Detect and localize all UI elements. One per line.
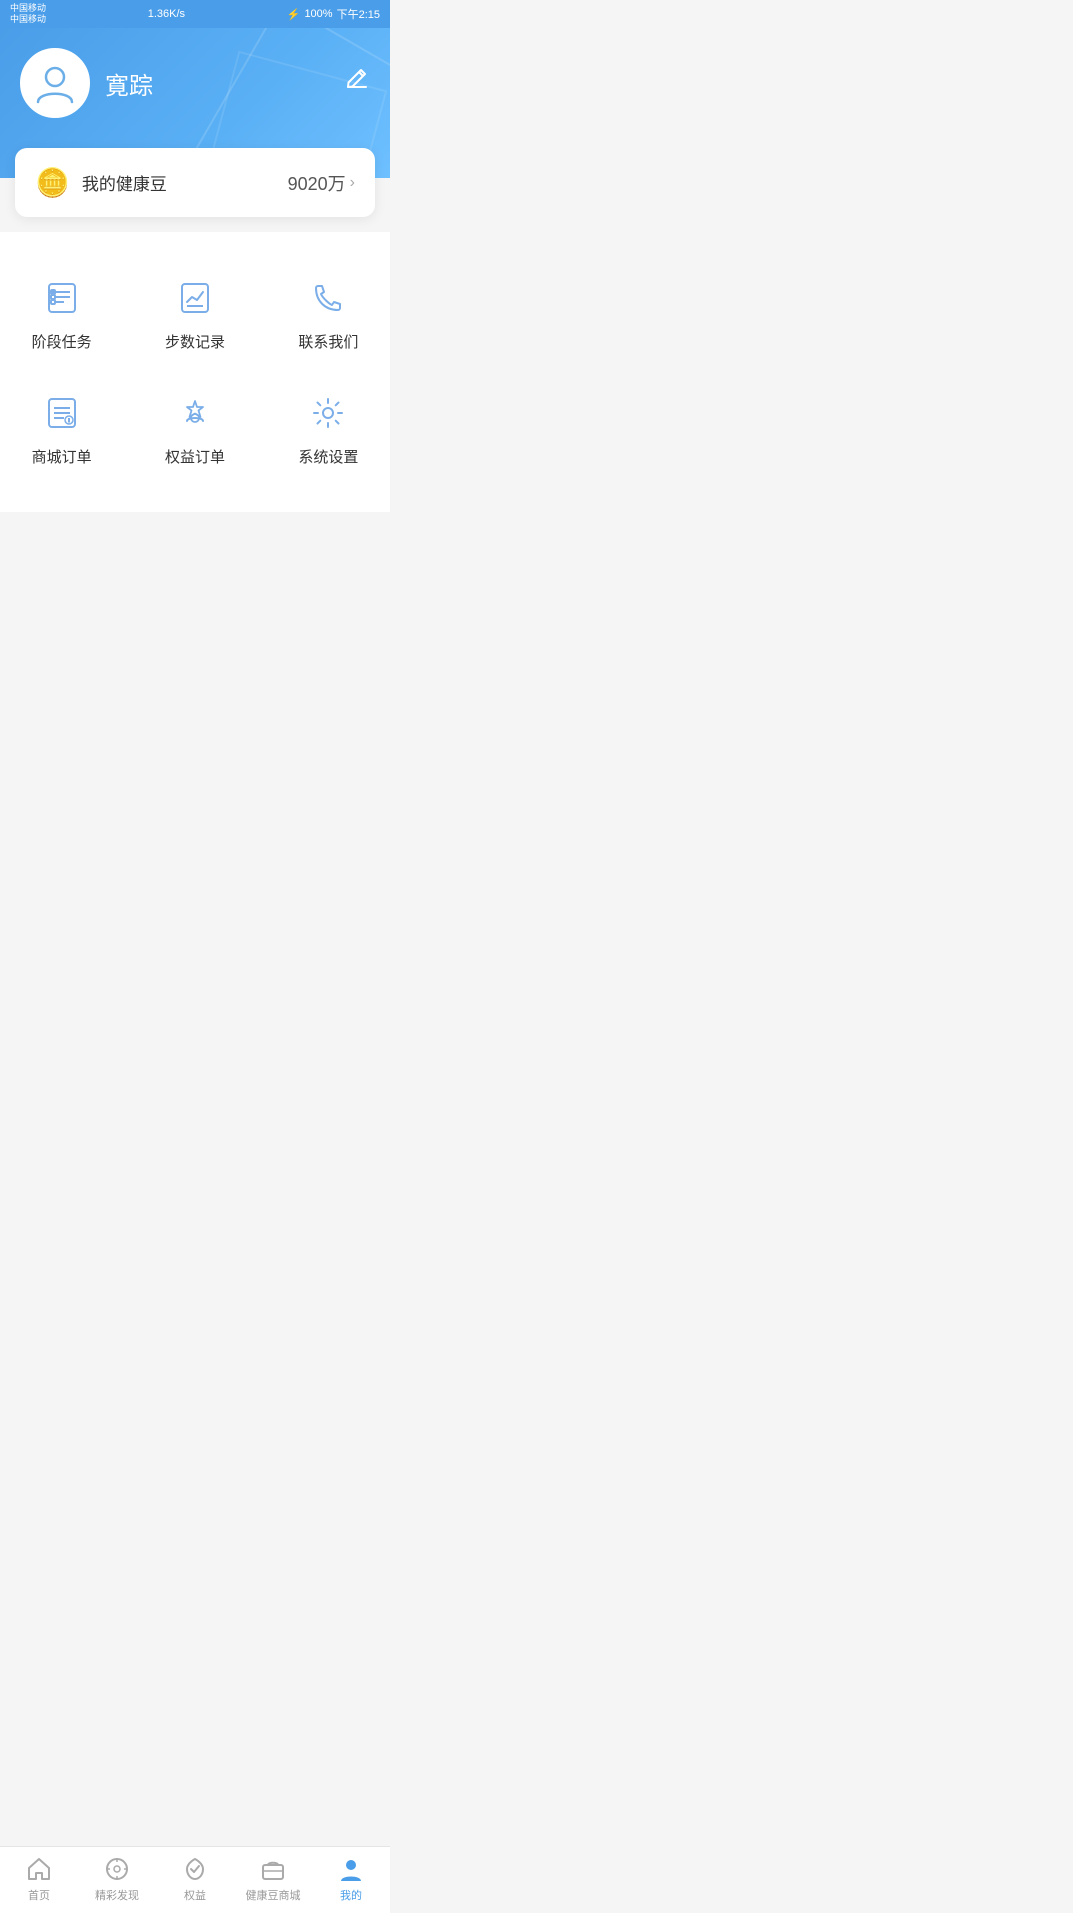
profile-left: 寛踪 bbox=[20, 48, 153, 118]
contact-us-label: 联系我们 bbox=[298, 331, 358, 352]
main-content: 阶段任务 步数记录 联系我们 bbox=[0, 232, 390, 512]
shop-icon bbox=[259, 1855, 287, 1883]
nav-item-mine[interactable]: 我的 bbox=[321, 1855, 381, 1903]
menu-item-step-record[interactable]: 步数记录 bbox=[133, 262, 256, 367]
avatar[interactable] bbox=[20, 48, 90, 118]
nav-home-label: 首页 bbox=[28, 1887, 50, 1903]
step-record-label: 步数记录 bbox=[165, 331, 225, 352]
rights-order-label: 权益订单 bbox=[165, 446, 225, 467]
system-settings-icon bbox=[307, 392, 349, 434]
bluetooth-icon: ⚡ bbox=[287, 8, 301, 21]
nav-mine-label: 我的 bbox=[340, 1887, 362, 1903]
mine-icon bbox=[337, 1855, 365, 1883]
shop-order-icon bbox=[41, 392, 83, 434]
discover-icon bbox=[103, 1855, 131, 1883]
menu-grid: 阶段任务 步数记录 联系我们 bbox=[0, 252, 390, 492]
bean-icon: 🪙 bbox=[35, 166, 70, 199]
nav-item-home[interactable]: 首页 bbox=[9, 1855, 69, 1903]
menu-item-shop-order[interactable]: 商城订单 bbox=[0, 377, 123, 482]
shop-order-label: 商城订单 bbox=[32, 446, 92, 467]
nav-item-shop[interactable]: 健康豆商城 bbox=[243, 1855, 303, 1903]
bean-label: 我的健康豆 bbox=[82, 170, 167, 195]
rights-order-icon bbox=[174, 392, 216, 434]
profile-row: 寛踪 bbox=[20, 48, 370, 118]
nav-shop-label: 健康豆商城 bbox=[246, 1887, 301, 1903]
menu-item-system-settings[interactable]: 系统设置 bbox=[267, 377, 390, 482]
home-icon bbox=[25, 1855, 53, 1883]
stage-task-label: 阶段任务 bbox=[32, 331, 92, 352]
network-speed: 1.36K/s bbox=[148, 8, 185, 20]
system-settings-label: 系统设置 bbox=[298, 446, 358, 467]
edit-button[interactable] bbox=[344, 67, 370, 99]
nav-item-discover[interactable]: 精彩发现 bbox=[87, 1855, 147, 1903]
status-right: ⚡ 100% 下午2:15 bbox=[287, 6, 380, 22]
status-bar: 中国移动 中国移动 1.36K/s ⚡ 100% 下午2:15 bbox=[0, 0, 390, 28]
contact-us-icon bbox=[307, 277, 349, 319]
carrier-info: 中国移动 中国移动 bbox=[10, 3, 46, 25]
health-bean-card[interactable]: 🪙 我的健康豆 9020万 › bbox=[15, 148, 375, 217]
bean-card-right: 9020万 › bbox=[288, 170, 355, 196]
bean-value: 9020万 bbox=[288, 170, 346, 196]
step-record-icon bbox=[174, 277, 216, 319]
menu-item-stage-task[interactable]: 阶段任务 bbox=[0, 262, 123, 367]
menu-item-rights-order[interactable]: 权益订单 bbox=[133, 377, 256, 482]
bean-card-left: 🪙 我的健康豆 bbox=[35, 166, 167, 199]
nav-discover-label: 精彩发现 bbox=[95, 1887, 139, 1903]
rights-icon bbox=[181, 1855, 209, 1883]
menu-item-contact-us[interactable]: 联系我们 bbox=[267, 262, 390, 367]
stage-task-icon bbox=[41, 277, 83, 319]
bottom-navigation: 首页 精彩发现 权益 bbox=[0, 1846, 390, 1913]
nav-item-rights[interactable]: 权益 bbox=[165, 1855, 225, 1903]
username: 寛踪 bbox=[105, 66, 153, 101]
nav-rights-label: 权益 bbox=[184, 1887, 206, 1903]
bean-arrow-icon: › bbox=[350, 174, 355, 192]
